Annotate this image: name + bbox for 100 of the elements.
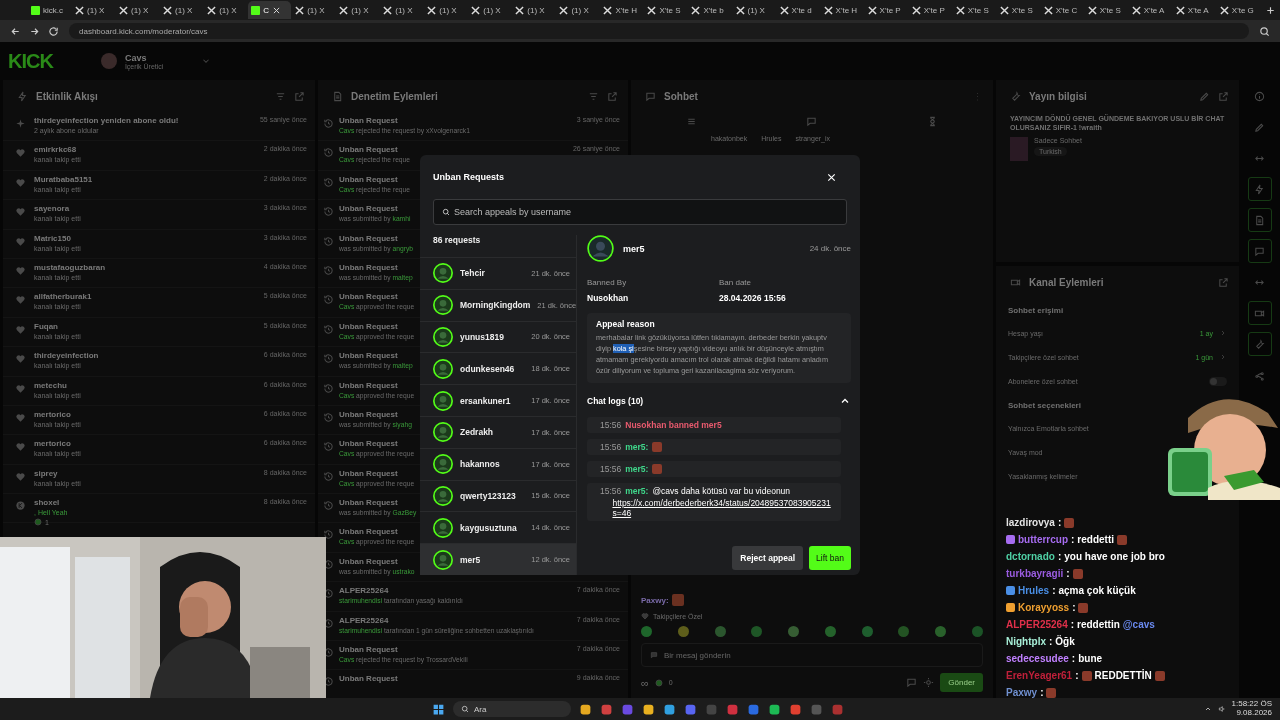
search-field[interactable]: Ara <box>453 701 571 717</box>
dock-button[interactable] <box>1247 239 1272 263</box>
browser-tab[interactable]: kick.c <box>28 1 72 19</box>
new-tab-icon[interactable] <box>1264 4 1276 16</box>
dock-button[interactable] <box>1247 332 1272 356</box>
link[interactable]: https://x.com/derbederberk34/status/20489537083905231s=46 <box>612 497 833 518</box>
browser-tab[interactable]: X'te C <box>1040 1 1084 19</box>
chevron-right-icon[interactable] <box>1219 329 1227 337</box>
dialog-title: Unban Requests <box>433 172 504 182</box>
browser-tab[interactable]: X'te P <box>908 1 952 19</box>
windows-icon[interactable] <box>432 702 445 716</box>
speaker-icon[interactable] <box>1217 705 1226 713</box>
emote-icon[interactable] <box>898 626 910 637</box>
browser-tab[interactable]: (1) X <box>160 1 204 19</box>
avatar-icon <box>433 358 453 379</box>
log-username: mer5: <box>625 463 649 474</box>
address-field[interactable]: dashboard.kick.com/moderator/cavs <box>69 23 1249 39</box>
browser-tab[interactable]: X'te P <box>864 1 908 19</box>
filter-icon[interactable] <box>275 90 286 102</box>
app-icon[interactable] <box>789 702 802 716</box>
action-title: Unban Request <box>339 468 399 478</box>
browser-tab[interactable]: (1) X <box>512 1 556 19</box>
browser-tab[interactable]: X'te S <box>1084 1 1128 19</box>
chat-message: Öğk <box>1055 636 1075 647</box>
emote-icon[interactable] <box>714 626 726 637</box>
forward-icon[interactable] <box>29 25 40 37</box>
message-field[interactable]: Bir mesaj gönderin <box>641 643 983 667</box>
browser-tab[interactable]: X'te A <box>1128 1 1172 19</box>
settings-icon[interactable] <box>923 677 935 688</box>
browser-tab[interactable]: X'te G <box>1216 1 1260 19</box>
coin-icon <box>34 518 42 527</box>
browser-tab[interactable]: X'te S <box>644 1 688 19</box>
chat-icon[interactable] <box>806 116 818 127</box>
browser-tab[interactable]: (1) X <box>72 1 116 19</box>
reload-icon[interactable] <box>48 25 59 37</box>
action-title: Unban Request <box>339 145 399 155</box>
app-icon[interactable] <box>663 702 676 716</box>
sparkle-icon <box>15 118 26 129</box>
browser-tab[interactable]: (1) X <box>380 1 424 19</box>
browser-tab[interactable]: X'te H <box>820 1 864 19</box>
browser-tab[interactable]: (1) X <box>556 1 600 19</box>
dock-button[interactable] <box>1247 177 1272 201</box>
pencil-icon[interactable] <box>1199 90 1210 102</box>
back-icon[interactable] <box>10 25 21 37</box>
list-icon[interactable] <box>685 116 697 127</box>
popout-icon[interactable] <box>607 90 618 102</box>
emote-icon[interactable] <box>641 626 652 637</box>
browser-tab[interactable]: (1) X <box>204 1 248 19</box>
popout-icon[interactable] <box>1218 90 1229 102</box>
chevron-right-icon[interactable] <box>1219 353 1227 361</box>
browser-tab[interactable]: (1) X <box>424 1 468 19</box>
browser-tab[interactable]: C <box>248 1 292 19</box>
cross-icon <box>1131 5 1141 15</box>
history-icon <box>323 382 334 394</box>
toggle-switch[interactable] <box>1209 376 1227 386</box>
caret-up-icon[interactable] <box>1203 705 1212 713</box>
popout-icon[interactable] <box>1218 276 1229 288</box>
browser-tab[interactable]: (1) X <box>292 1 336 19</box>
browser-tab[interactable]: X'te b <box>688 1 732 19</box>
browser-tab[interactable]: X'te A <box>1172 1 1216 19</box>
reject-appeal-button[interactable]: Reject appeal <box>732 546 804 570</box>
app-icon[interactable] <box>600 702 613 716</box>
emote-icon[interactable] <box>861 626 873 637</box>
app-icon[interactable] <box>768 702 781 716</box>
kick-logo[interactable]: KICK <box>8 49 53 73</box>
chat-icon[interactable] <box>906 677 918 688</box>
emote-icon[interactable] <box>935 626 947 637</box>
close-icon[interactable] <box>826 171 837 183</box>
emote-icon[interactable] <box>971 626 983 637</box>
browser-tab[interactable]: X'te H <box>600 1 644 19</box>
app-icon[interactable] <box>579 702 592 716</box>
browser-tab[interactable]: (1) X <box>116 1 160 19</box>
browser-tab[interactable]: X'te S <box>952 1 996 19</box>
search-field[interactable]: Search appeals by username <box>433 199 847 225</box>
lift-ban-button[interactable]: Lift ban <box>809 546 851 570</box>
log-time: 15:56 <box>600 441 622 452</box>
field-value: 28.04.2026 15:56 <box>719 293 787 303</box>
send-button[interactable]: Gönder <box>940 673 983 692</box>
heart-icon <box>15 235 26 247</box>
browser-tab[interactable]: (1) X <box>732 1 776 19</box>
browser-tab[interactable]: X'te S <box>996 1 1040 19</box>
search-icon[interactable] <box>1259 25 1270 37</box>
dock-button[interactable] <box>1247 301 1272 325</box>
emote-icon[interactable] <box>677 626 689 637</box>
section-heading: Sohbet erişimi <box>1008 305 1065 317</box>
app-icon[interactable] <box>642 702 655 716</box>
app-icon[interactable] <box>684 702 697 716</box>
wrench-icon <box>1010 90 1021 102</box>
request-username: qwerty123123 <box>460 490 516 501</box>
browser-tab[interactable]: X'te d <box>776 1 820 19</box>
dock-button[interactable] <box>1247 208 1272 232</box>
browser-tab[interactable]: (1) X <box>336 1 380 19</box>
emote-icon[interactable] <box>788 626 800 637</box>
emote-icon[interactable] <box>824 626 836 637</box>
filter-icon[interactable] <box>588 90 599 102</box>
browser-tab[interactable]: (1) X <box>468 1 512 19</box>
popout-icon[interactable] <box>294 90 305 102</box>
chat-username: Paxwy <box>1006 687 1038 698</box>
close-icon[interactable] <box>271 5 281 15</box>
emote-icon[interactable] <box>751 626 763 637</box>
